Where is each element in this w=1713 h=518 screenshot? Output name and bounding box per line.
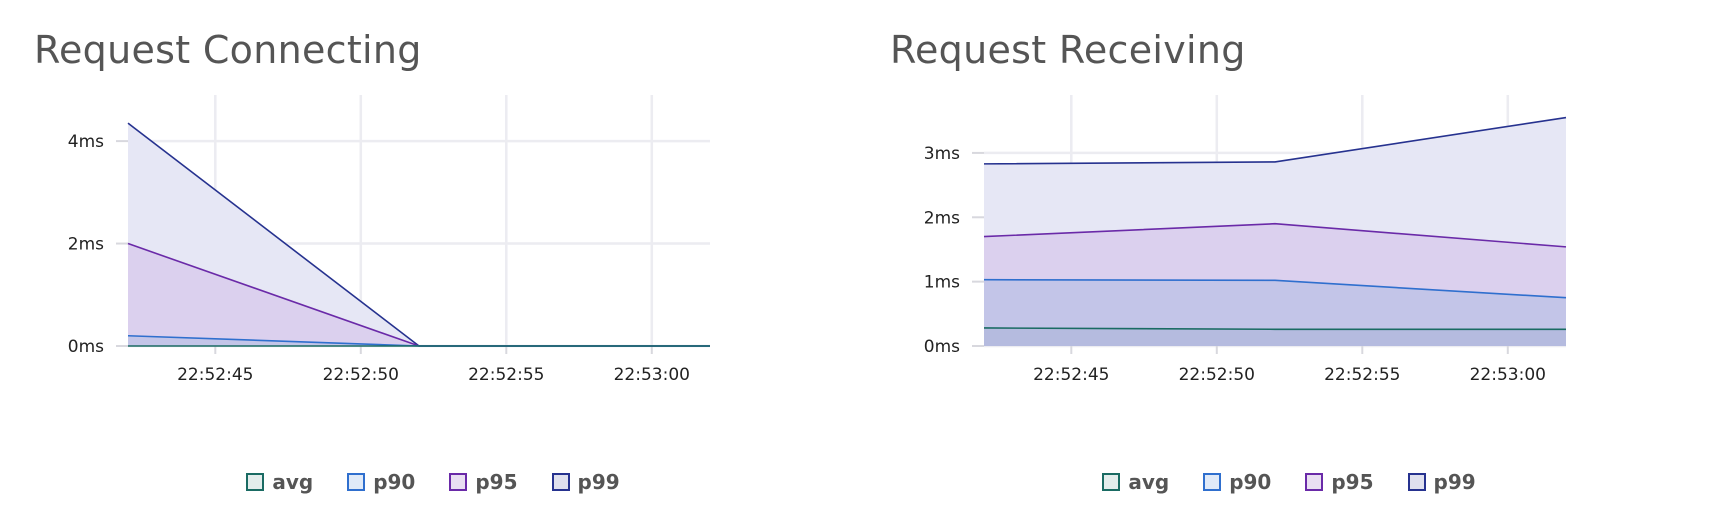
legend-swatch-icon	[246, 473, 265, 491]
legend-label: avg	[272, 470, 314, 494]
x-tick-label: 22:52:55	[1324, 365, 1400, 385]
legend-swatch-icon	[449, 473, 468, 491]
x-tick-label: 22:53:00	[1470, 365, 1546, 385]
x-tick-label: 22:53:00	[614, 365, 690, 385]
legend-label: p90	[373, 470, 416, 494]
legend-item-p95[interactable]: p95	[1305, 470, 1374, 494]
y-tick-label: 2ms	[924, 208, 960, 228]
legend-swatch-icon	[1203, 473, 1222, 491]
x-tick-label: 22:52:50	[1179, 365, 1255, 385]
legend-item-avg[interactable]: avg	[1102, 470, 1169, 494]
legend-label: avg	[1128, 470, 1170, 494]
request-receiving-chart: 0ms 1ms 2ms 3ms 22:52:45 22:52:50 22:52:55 22:5…	[924, 95, 1567, 385]
legend-swatch-icon	[1407, 473, 1426, 491]
y-tick-label: 2ms	[68, 235, 104, 255]
chart-title: Request Connecting	[34, 28, 422, 72]
series-area-avg	[984, 327, 1566, 346]
request-connecting-chart: 0ms 2ms 4ms 22:52:45 22:52:50 22:52:55 22:53:0…	[68, 95, 711, 385]
legend-item-p90[interactable]: p90	[347, 470, 415, 494]
legend-swatch-icon	[1305, 473, 1324, 491]
request-connecting-panel: Request Connecting 0ms 2ms 4ms 22:52:45 22:5…	[0, 0, 856, 518]
y-tick-label: 0ms	[924, 337, 960, 357]
legend-item-p99[interactable]: p99	[551, 470, 620, 494]
legend-swatch-icon	[347, 473, 366, 491]
request-receiving-panel: Request Receiving 0ms 1ms 2ms 3ms 22:52:45 22…	[856, 0, 1712, 518]
y-tick-label: 1ms	[924, 273, 960, 293]
chart-legend: avg p90 p95 p99	[0, 470, 856, 494]
x-tick-label: 22:52:50	[323, 365, 399, 385]
legend-label: p99	[577, 470, 620, 494]
legend-item-avg[interactable]: avg	[246, 470, 313, 494]
y-tick-label: 0ms	[68, 337, 104, 357]
chart-legend: avg p90 p95 p99	[856, 470, 1712, 494]
legend-label: p99	[1433, 470, 1476, 494]
legend-label: p90	[1229, 470, 1272, 494]
y-tick-label: 4ms	[68, 132, 104, 152]
legend-item-p90[interactable]: p90	[1203, 470, 1271, 494]
legend-label: p95	[475, 470, 518, 494]
y-tick-label: 3ms	[924, 144, 960, 164]
legend-item-p99[interactable]: p99	[1407, 470, 1476, 494]
x-tick-label: 22:52:55	[468, 365, 544, 385]
chart-title: Request Receiving	[890, 28, 1246, 72]
x-tick-label: 22:52:45	[177, 365, 253, 385]
legend-item-p95[interactable]: p95	[449, 470, 518, 494]
legend-swatch-icon	[551, 473, 570, 491]
legend-label: p95	[1331, 470, 1374, 494]
legend-swatch-icon	[1102, 473, 1121, 491]
x-tick-label: 22:52:45	[1033, 365, 1109, 385]
